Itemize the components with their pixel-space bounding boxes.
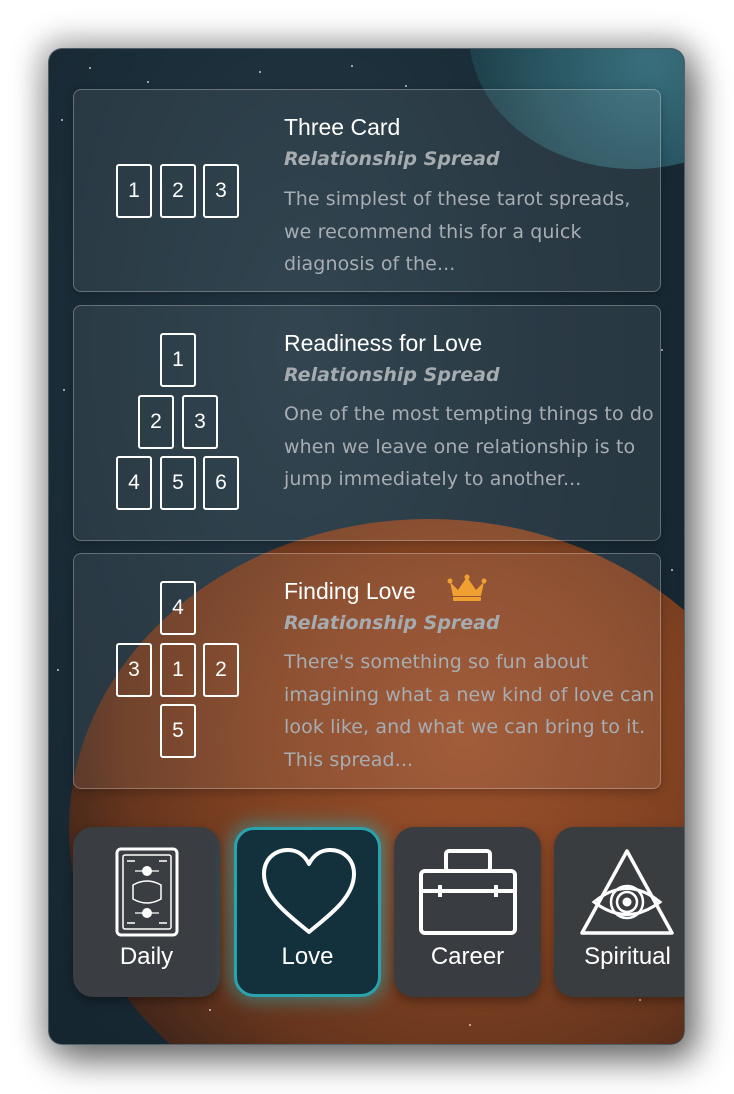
spread-description: There's something so fun about imagining… bbox=[284, 651, 655, 771]
card-slot: 3 bbox=[182, 395, 218, 449]
spread-subtitle: Relationship Spread bbox=[284, 612, 500, 634]
spread-subtitle: Relationship Spread bbox=[284, 364, 500, 386]
category-spiritual-button[interactable]: Spiritual bbox=[554, 827, 684, 997]
category-daily-button[interactable]: Daily bbox=[73, 827, 220, 997]
category-love-button[interactable]: Love bbox=[234, 827, 381, 997]
eye-triangle-icon bbox=[580, 849, 674, 935]
card-slot: 5 bbox=[160, 704, 196, 758]
category-label: Love bbox=[281, 943, 334, 970]
card-slot: 5 bbox=[160, 456, 196, 510]
card-slot: 2 bbox=[203, 643, 239, 697]
card-slot: 4 bbox=[116, 456, 152, 510]
crown-icon bbox=[447, 574, 487, 601]
spread-title: Three Card bbox=[284, 114, 401, 140]
card-slot: 4 bbox=[160, 581, 196, 635]
category-career-button[interactable]: Career bbox=[394, 827, 541, 997]
spread-description: One of the most tempting things to do wh… bbox=[284, 403, 654, 490]
spread-card-readiness-for-love[interactable]: 1 2 3 4 5 6 Readiness for Love Relations… bbox=[73, 305, 661, 541]
spread-card-finding-love[interactable]: 4 3 1 2 5 Finding Love Relationship Spre… bbox=[73, 553, 661, 789]
heart-icon bbox=[262, 848, 356, 934]
spread-title: Readiness for Love bbox=[284, 330, 483, 356]
card-slot: 1 bbox=[160, 643, 196, 697]
card-slot: 2 bbox=[138, 395, 174, 449]
card-slot: 3 bbox=[203, 164, 239, 218]
briefcase-icon bbox=[419, 849, 517, 935]
category-label: Spiritual bbox=[584, 943, 671, 970]
category-label: Career bbox=[430, 943, 505, 970]
spread-description: The simplest of these tarot spreads, we … bbox=[284, 188, 631, 275]
spread-subtitle: Relationship Spread bbox=[284, 148, 500, 170]
card-slot: 1 bbox=[116, 164, 152, 218]
app-window: 1 2 3 Three Card Relationship Spread The… bbox=[48, 48, 685, 1045]
card-slot: 3 bbox=[116, 643, 152, 697]
spread-card-three-card[interactable]: 1 2 3 Three Card Relationship Spread The… bbox=[73, 89, 661, 292]
tarot-card-icon bbox=[115, 847, 179, 937]
card-slot: 6 bbox=[203, 456, 239, 510]
card-slot: 2 bbox=[160, 164, 196, 218]
category-label: Daily bbox=[119, 943, 174, 970]
spread-title: Finding Love bbox=[284, 578, 416, 604]
card-slot: 1 bbox=[160, 333, 196, 387]
